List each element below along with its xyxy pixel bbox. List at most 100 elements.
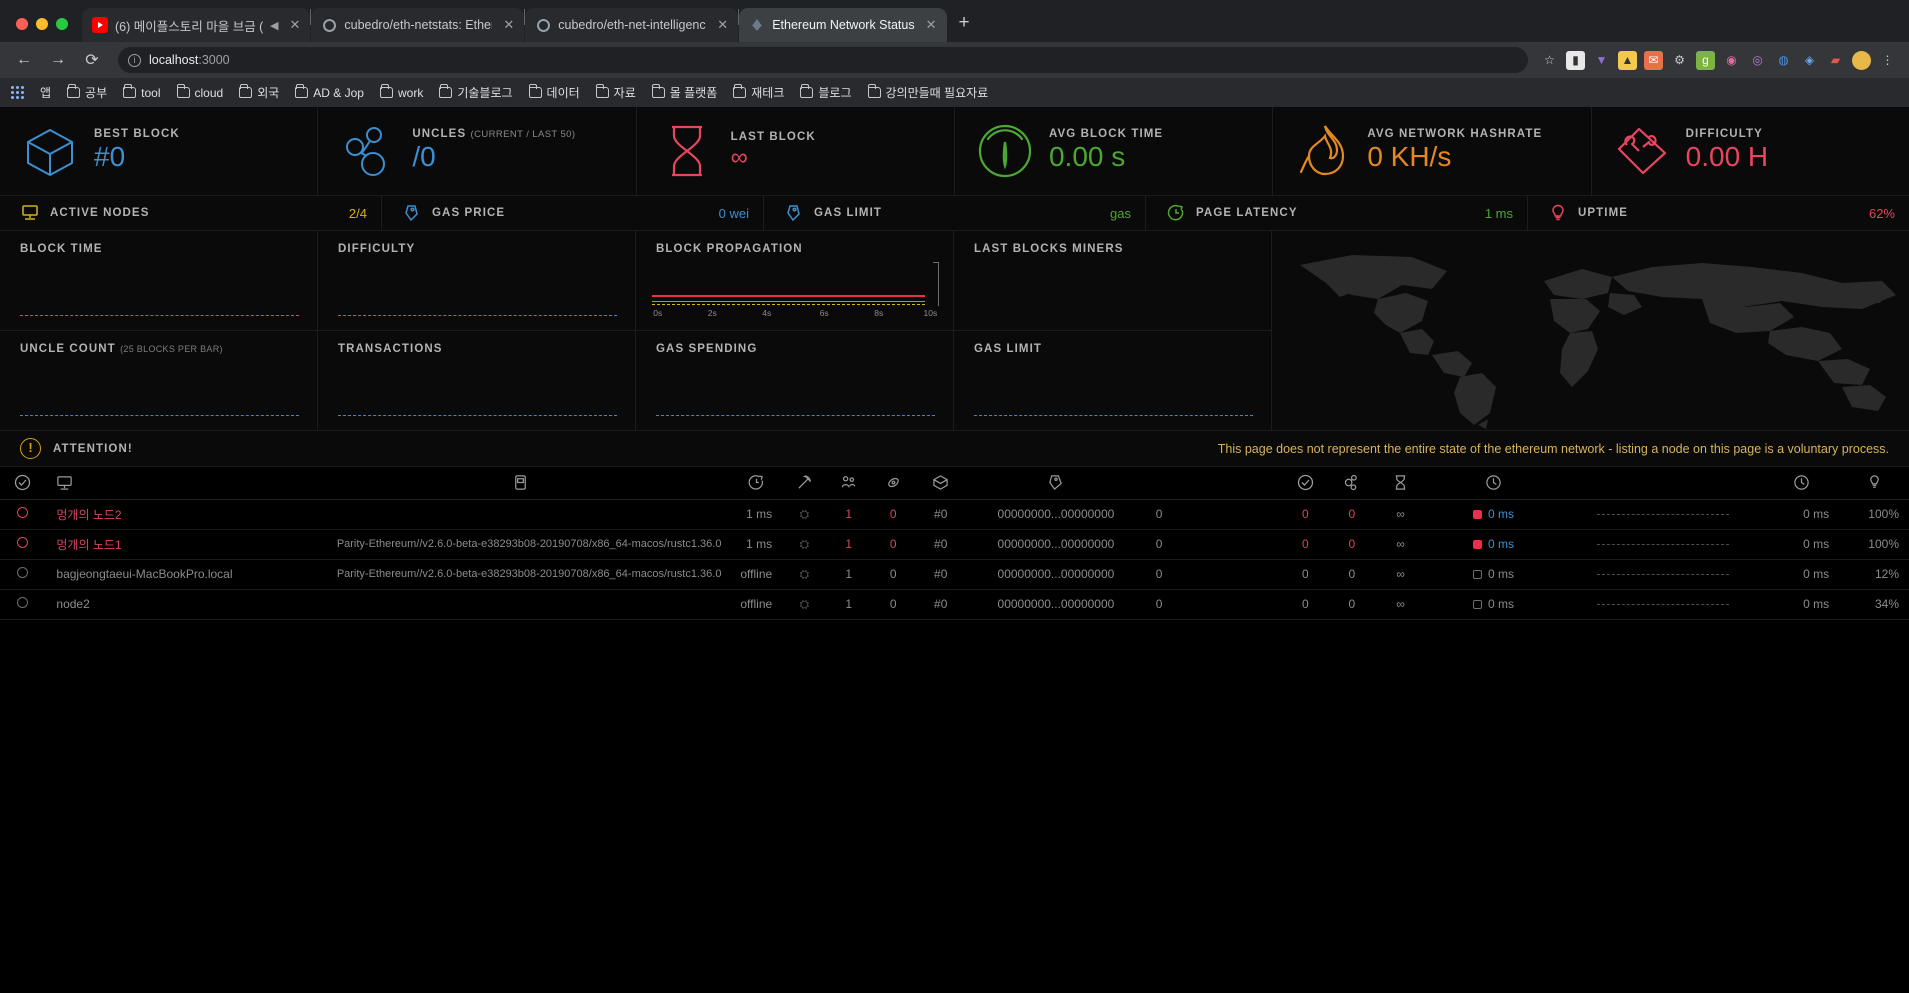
stat-value: gas xyxy=(1110,205,1131,221)
extension-green-icon[interactable]: g xyxy=(1696,50,1715,70)
diamond-icon xyxy=(1612,122,1672,180)
bookmark-item-7[interactable]: 기술블로그 xyxy=(432,82,519,103)
folder-icon xyxy=(176,84,190,98)
close-tab-button[interactable]: ✕ xyxy=(285,17,300,33)
extension-pink-icon[interactable]: ◉ xyxy=(1722,51,1741,70)
browser-tab-4-active[interactable]: Ethereum Network Status ✕ xyxy=(739,8,947,42)
th-latency[interactable] xyxy=(731,467,783,500)
stat-gas-price: GAS PRICE 0 wei xyxy=(382,196,764,230)
cell-status xyxy=(0,529,45,560)
folder-icon xyxy=(651,84,665,98)
apps-grid-icon[interactable] xyxy=(8,86,31,99)
close-tab-button[interactable]: ✕ xyxy=(922,17,937,33)
bookmark-item-3[interactable]: cloud xyxy=(170,84,231,102)
cube-icon xyxy=(20,122,80,180)
th-txn[interactable] xyxy=(1327,467,1377,500)
panel-title: BLOCK PROPAGATION xyxy=(656,243,803,255)
forward-button[interactable]: → xyxy=(44,46,72,74)
bookmark-item-13[interactable]: 강의만들때 필요자료 xyxy=(861,82,996,103)
menu-kebab-icon[interactable]: ⋮ xyxy=(1878,51,1897,70)
profile-avatar-icon[interactable] xyxy=(1852,50,1871,70)
cell-txn: 0 xyxy=(1327,589,1377,620)
extension-yellow-icon[interactable]: ▲ xyxy=(1618,50,1637,70)
tab-title: Ethereum Network Status xyxy=(772,18,915,32)
panel-block-propagation: BLOCK PROPAGATION 0s 2s 4s 6s 8s 10s xyxy=(636,231,954,331)
close-tab-button[interactable]: ✕ xyxy=(713,17,728,33)
table-row[interactable]: node2 offline ⛭ 1 0 #0 00000000...000000… xyxy=(0,589,1909,620)
close-window-button[interactable] xyxy=(16,18,28,30)
bookmark-item-12[interactable]: 블로그 xyxy=(793,82,858,103)
chart-row-1: BLOCK TIME DIFFICULTY BLOCK PROPAGATION xyxy=(0,231,1272,331)
panel-title: GAS LIMIT xyxy=(974,343,1043,355)
x-tick: 4s xyxy=(762,308,772,318)
cell-mining: ⛭ xyxy=(782,529,827,560)
bookmark-item-6[interactable]: work xyxy=(373,84,430,102)
mini-sparkline xyxy=(1596,574,1729,576)
bookmark-item-apps[interactable]: 앱 xyxy=(33,82,58,103)
th-node-type[interactable] xyxy=(308,467,732,500)
nodes-table: 멍개의 노드2 1 ms ⛭ 1 0 #0 00000000...0000000… xyxy=(0,467,1909,620)
browser-tab-2[interactable]: cubedro/eth-netstats: Ethereum ✕ xyxy=(311,8,525,42)
th-latency2[interactable] xyxy=(1763,467,1840,500)
maximize-window-button[interactable] xyxy=(56,18,68,30)
cell-peers: 1 xyxy=(826,559,871,590)
th-blocktime[interactable] xyxy=(1376,467,1425,500)
th-mining[interactable] xyxy=(782,467,827,500)
th-block[interactable] xyxy=(915,467,967,500)
table-row[interactable]: 멍개의 노드1 Parity-Ethereum//v2.6.0-beta-e38… xyxy=(0,529,1909,560)
cell-latency2: 0 ms xyxy=(1763,499,1840,530)
stat-value: 0.00 H xyxy=(1685,141,1769,173)
close-tab-button[interactable]: ✕ xyxy=(499,17,514,33)
th-propagation-chart[interactable] xyxy=(1562,467,1764,500)
settings-gear-icon[interactable]: ⚙ xyxy=(1670,51,1689,70)
star-icon[interactable]: ☆ xyxy=(1540,51,1559,70)
th-uncles[interactable] xyxy=(1283,467,1328,500)
cell-blockgas: 0 xyxy=(1145,589,1284,620)
back-button[interactable]: ← xyxy=(10,46,38,74)
new-tab-button[interactable]: + xyxy=(947,12,982,42)
bookmark-item-4[interactable]: 외국 xyxy=(232,82,286,103)
th-node-name[interactable] xyxy=(44,467,309,500)
bookmark-item-1[interactable]: 공부 xyxy=(60,82,114,103)
browser-tab-3[interactable]: cubedro/eth-net-intelligence-a ✕ xyxy=(525,8,739,42)
propagation-value: 0 ms xyxy=(1487,597,1514,611)
panel-title-text: UNCLE COUNT xyxy=(20,343,116,355)
world-map-svg xyxy=(1300,255,1896,429)
extension-rainbow-icon[interactable]: ◈ xyxy=(1800,51,1819,70)
reload-button[interactable]: ⟳ xyxy=(78,46,106,74)
cell-uptime: 34% xyxy=(1839,589,1909,620)
th-blockgas[interactable] xyxy=(1145,467,1284,500)
bookmark-item-2[interactable]: tool xyxy=(116,84,167,102)
table-row[interactable]: 멍개의 노드2 1 ms ⛭ 1 0 #0 00000000...0000000… xyxy=(0,499,1909,530)
browser-tab-1[interactable]: (6) 메이플스토리 마을 브금 (BG ◀ ✕ xyxy=(82,8,311,42)
th-propagation[interactable] xyxy=(1424,467,1563,500)
bookmark-item-11[interactable]: 재테크 xyxy=(726,82,791,103)
window-traffic-lights[interactable] xyxy=(10,18,82,42)
th-uptime[interactable] xyxy=(1839,467,1909,500)
bookmark-item-9[interactable]: 자료 xyxy=(589,82,643,103)
address-bar[interactable]: i localhost:3000 xyxy=(118,47,1528,73)
stat-gas-limit: GAS LIMIT gas xyxy=(764,196,1146,230)
site-info-icon[interactable]: i xyxy=(128,53,141,67)
cell-node-name: node2 xyxy=(44,589,309,620)
extension-blue-icon[interactable]: ◍ xyxy=(1774,51,1793,70)
bookmark-item-5[interactable]: AD & Jop xyxy=(288,84,371,102)
th-pending[interactable] xyxy=(870,467,916,500)
bookmark-label: 블로그 xyxy=(818,86,852,100)
url-host: localhost xyxy=(149,53,199,67)
bookmark-item-8[interactable]: 데이터 xyxy=(522,82,587,103)
extension-orange-icon[interactable]: ✉ xyxy=(1644,50,1663,70)
table-row[interactable]: bagjeongtaeui-MacBookPro.local Parity-Et… xyxy=(0,559,1909,590)
mini-sparkline xyxy=(1596,544,1729,546)
extension-purple-icon[interactable]: ◎ xyxy=(1748,51,1767,70)
minimize-window-button[interactable] xyxy=(36,18,48,30)
bookmark-label: 공부 xyxy=(85,86,108,100)
th-peers[interactable] xyxy=(826,467,871,500)
extension-red-icon[interactable]: ▰ xyxy=(1826,51,1845,70)
pocket-icon[interactable]: ▼ xyxy=(1592,51,1611,70)
th-status[interactable] xyxy=(0,467,45,500)
reading-list-icon[interactable]: ▮ xyxy=(1566,50,1585,70)
th-blockhash[interactable] xyxy=(966,467,1146,500)
bookmark-item-10[interactable]: 몰 플랫폼 xyxy=(645,82,725,103)
stat-avg-hashrate: AVG NETWORK HASHRATE 0 KH/s xyxy=(1273,107,1592,195)
